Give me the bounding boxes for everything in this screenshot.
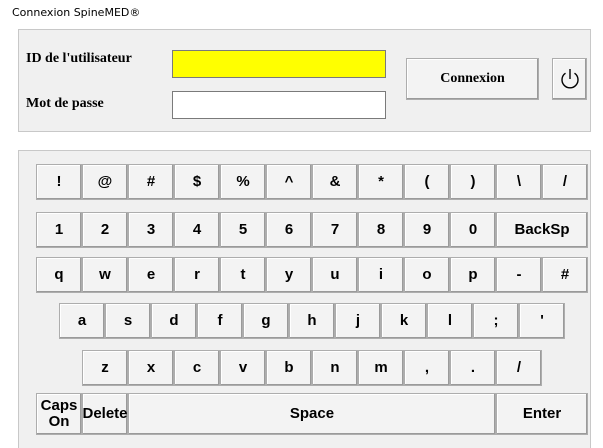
key[interactable]: g <box>243 303 289 339</box>
key[interactable]: a <box>59 303 105 339</box>
password-field[interactable] <box>172 91 386 119</box>
key[interactable]: v <box>220 350 266 386</box>
key[interactable]: . <box>450 350 496 386</box>
key[interactable]: 5 <box>220 212 266 248</box>
key[interactable]: q <box>36 257 82 293</box>
key[interactable]: p <box>450 257 496 293</box>
key[interactable]: 0 <box>450 212 496 248</box>
user-id-label: ID de l'utilisateur <box>26 51 132 66</box>
user-id-field[interactable] <box>172 50 386 78</box>
key[interactable]: n <box>312 350 358 386</box>
key[interactable]: , <box>404 350 450 386</box>
key[interactable]: k <box>381 303 427 339</box>
password-label: Mot de passe <box>26 96 104 111</box>
login-panel: ID de l'utilisateur Mot de passe Connexi… <box>18 29 591 132</box>
key[interactable]: y <box>266 257 312 293</box>
key[interactable]: ( <box>404 164 450 200</box>
backspace-key[interactable]: BackSp <box>496 212 588 248</box>
keyboard-panel: ! @ # $ % ^ & * ( ) \ / 1 2 3 4 5 6 7 8 … <box>18 150 591 448</box>
key[interactable]: 6 <box>266 212 312 248</box>
power-button[interactable] <box>552 58 587 100</box>
space-key[interactable]: Space <box>128 393 496 435</box>
key[interactable]: - <box>496 257 542 293</box>
key[interactable]: ^ <box>266 164 312 200</box>
window-title: Connexion SpineMED® <box>12 6 141 19</box>
key[interactable]: 8 <box>358 212 404 248</box>
delete-key[interactable]: Delete <box>82 393 128 435</box>
key[interactable]: s <box>105 303 151 339</box>
key[interactable]: % <box>220 164 266 200</box>
key[interactable]: r <box>174 257 220 293</box>
key[interactable]: d <box>151 303 197 339</box>
key[interactable]: t <box>220 257 266 293</box>
key[interactable]: # <box>542 257 588 293</box>
key[interactable]: 7 <box>312 212 358 248</box>
key[interactable]: ) <box>450 164 496 200</box>
title-bar: Connexion SpineMED® <box>0 0 603 28</box>
key[interactable]: @ <box>82 164 128 200</box>
key[interactable]: ! <box>36 164 82 200</box>
key[interactable]: $ <box>174 164 220 200</box>
key[interactable]: z <box>82 350 128 386</box>
key[interactable]: / <box>496 350 542 386</box>
key[interactable]: x <box>128 350 174 386</box>
key[interactable]: c <box>174 350 220 386</box>
power-icon <box>560 69 579 89</box>
key[interactable]: * <box>358 164 404 200</box>
key[interactable]: 4 <box>174 212 220 248</box>
key[interactable]: & <box>312 164 358 200</box>
key[interactable]: 9 <box>404 212 450 248</box>
key[interactable]: o <box>404 257 450 293</box>
key[interactable]: 2 <box>82 212 128 248</box>
key[interactable]: j <box>335 303 381 339</box>
key[interactable]: m <box>358 350 404 386</box>
key[interactable]: ' <box>519 303 565 339</box>
key[interactable]: / <box>542 164 588 200</box>
key[interactable]: e <box>128 257 174 293</box>
key[interactable]: ; <box>473 303 519 339</box>
key[interactable]: b <box>266 350 312 386</box>
enter-key[interactable]: Enter <box>496 393 588 435</box>
key[interactable]: u <box>312 257 358 293</box>
key[interactable]: h <box>289 303 335 339</box>
key[interactable]: 1 <box>36 212 82 248</box>
caps-lock-key[interactable]: Caps On <box>36 393 82 435</box>
key[interactable]: i <box>358 257 404 293</box>
key[interactable]: l <box>427 303 473 339</box>
connect-button[interactable]: Connexion <box>406 58 539 100</box>
key[interactable]: w <box>82 257 128 293</box>
key[interactable]: \ <box>496 164 542 200</box>
key[interactable]: f <box>197 303 243 339</box>
key[interactable]: # <box>128 164 174 200</box>
key[interactable]: 3 <box>128 212 174 248</box>
